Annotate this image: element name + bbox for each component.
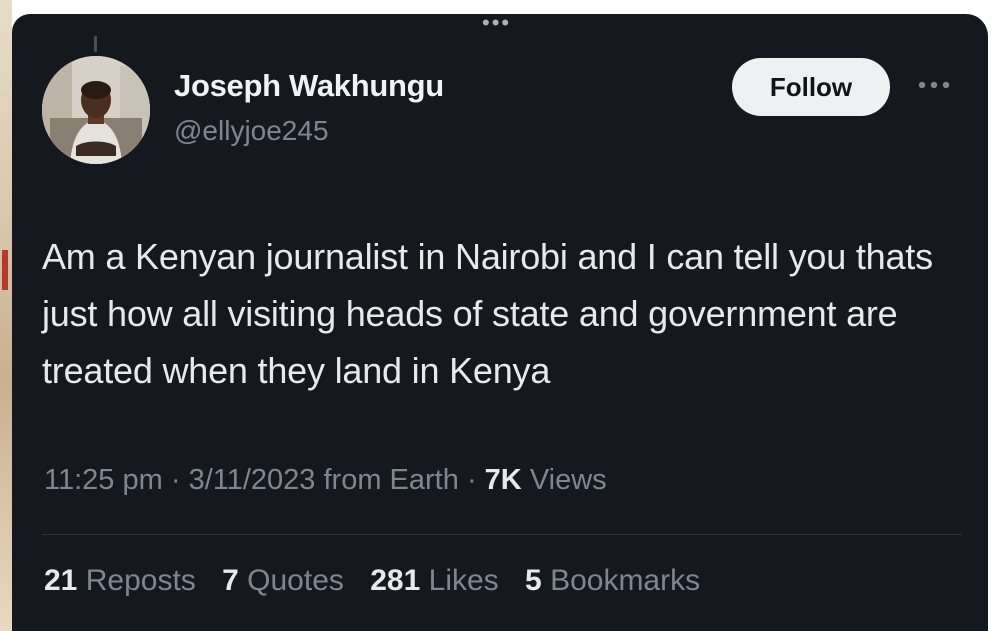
reposts-stat[interactable]: 21 Reposts: [44, 564, 196, 598]
likes-stat[interactable]: 281 Likes: [370, 564, 498, 598]
background-photo-edge: [0, 0, 12, 631]
author-handle[interactable]: @ellyjoe245: [174, 115, 329, 147]
stat-count: 21: [44, 564, 78, 597]
stat-count: 7: [222, 564, 239, 597]
more-horizontal-icon[interactable]: [912, 70, 956, 100]
stat-label: Reposts: [85, 564, 196, 597]
views-label[interactable]: Views: [530, 464, 607, 496]
tweet-source: from Earth: [323, 464, 459, 496]
stat-label: Likes: [428, 564, 499, 597]
quotes-stat[interactable]: 7 Quotes: [222, 564, 344, 598]
views-count[interactable]: 7K: [485, 464, 522, 496]
tweet-text: Am a Kenyan journalist in Nairobi and I …: [42, 236, 933, 391]
follow-button[interactable]: Follow: [732, 58, 890, 116]
meta-separator: ·: [466, 464, 477, 496]
tweet-time[interactable]: 11:25 pm: [44, 464, 163, 496]
stat-count: 281: [370, 564, 421, 597]
stat-label: Quotes: [247, 564, 344, 597]
stat-label: Bookmarks: [550, 564, 701, 597]
drag-handle-icon[interactable]: •••: [482, 14, 511, 34]
tweet-card: ••• Joseph Wakhungu @ellyjoe245 Follow A…: [12, 14, 988, 631]
divider: [42, 534, 962, 535]
bookmarks-stat[interactable]: 5 Bookmarks: [525, 564, 700, 598]
stat-count: 5: [525, 564, 542, 597]
background-detail: [2, 250, 8, 290]
engagement-stats: 21 Reposts 7 Quotes 281 Likes 5 Bookmark…: [44, 564, 718, 598]
thread-line: [94, 36, 97, 52]
meta-separator: ·: [170, 464, 181, 496]
screenshot-frame: ••• Joseph Wakhungu @ellyjoe245 Follow A…: [0, 0, 1000, 631]
tweet-meta: 11:25 pm · 3/11/2023 from Earth · 7K Vie…: [44, 464, 607, 497]
tweet-date[interactable]: 3/11/2023: [189, 464, 316, 496]
author-name[interactable]: Joseph Wakhungu: [174, 68, 444, 104]
avatar[interactable]: [42, 56, 150, 164]
